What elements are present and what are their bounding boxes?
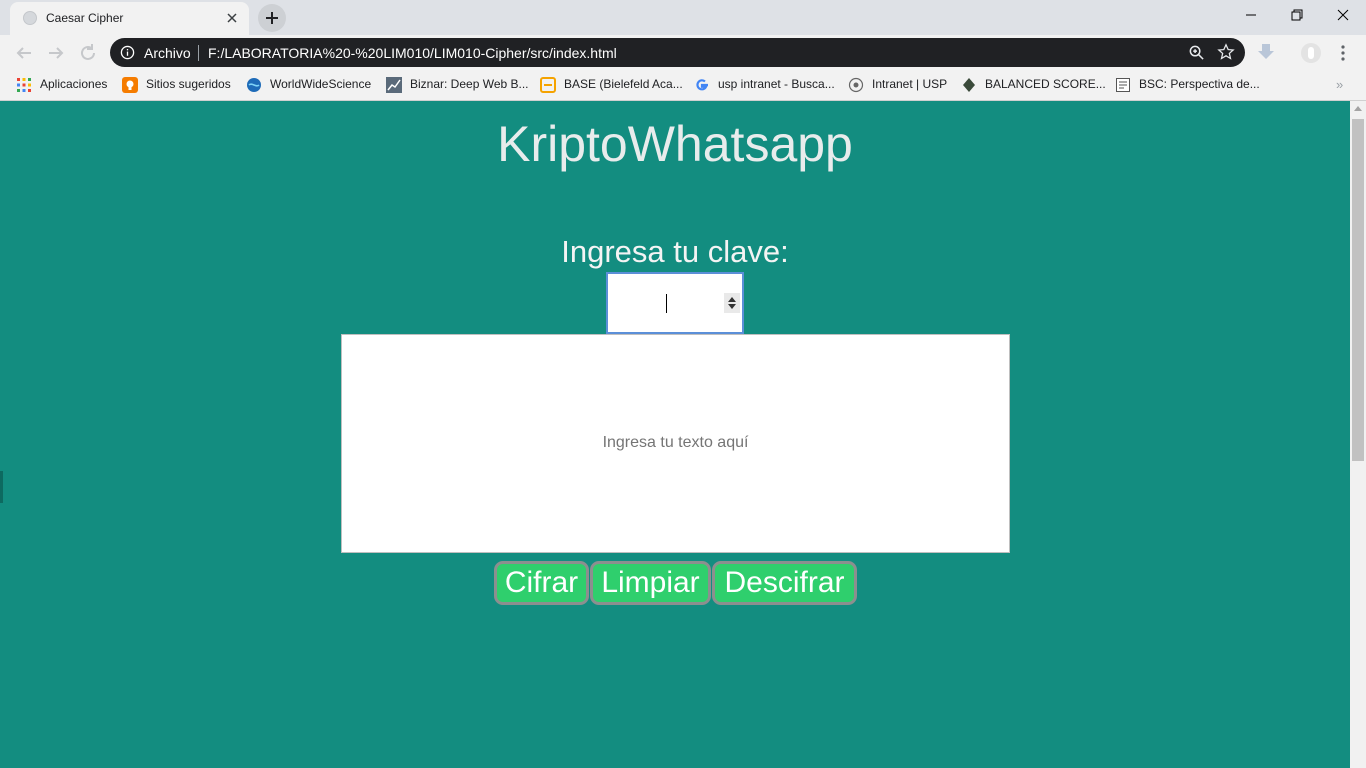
cipher-button[interactable]: Cifrar xyxy=(494,561,589,605)
browser-tab[interactable]: Caesar Cipher xyxy=(10,2,249,35)
apps-grid-icon xyxy=(17,78,31,92)
message-textarea[interactable]: Ingresa tu texto aquí xyxy=(341,334,1010,553)
new-tab-button[interactable] xyxy=(258,4,286,32)
zoom-icon[interactable] xyxy=(1188,44,1205,61)
globe-icon xyxy=(247,78,261,92)
diamond-icon xyxy=(963,78,975,92)
spinner-down-icon[interactable] xyxy=(728,304,736,309)
bookmark-label: Biznar: Deep Web B... xyxy=(410,77,529,91)
tab-strip: Caesar Cipher xyxy=(0,0,1366,35)
minimize-icon xyxy=(1246,14,1256,16)
scroll-up-arrow-icon[interactable] xyxy=(1354,106,1362,111)
bookmark-label: WorldWideScience xyxy=(270,77,372,91)
decipher-button[interactable]: Descifrar xyxy=(712,561,857,605)
bookmarks-bar: Aplicaciones Sitios sugeridos WorldWideS… xyxy=(0,70,1366,101)
page-content: KriptoWhatsapp Ingresa tu clave: Ingresa… xyxy=(0,101,1350,768)
app-title: KriptoWhatsapp xyxy=(497,116,853,172)
number-spinner[interactable] xyxy=(724,293,740,313)
close-window-button[interactable] xyxy=(1320,0,1366,32)
more-menu-icon[interactable] xyxy=(1338,43,1348,63)
bookmark-label: BASE (Bielefeld Aca... xyxy=(564,77,683,91)
origin-label: Archivo xyxy=(144,45,191,61)
key-number-input[interactable] xyxy=(606,272,744,334)
chart-icon xyxy=(386,77,402,93)
spinner-up-icon[interactable] xyxy=(728,297,736,302)
document-icon xyxy=(1116,78,1130,92)
omnibox-divider xyxy=(198,45,199,61)
base-icon xyxy=(540,77,556,93)
suggested-sites-icon xyxy=(122,77,138,93)
back-arrow-icon[interactable] xyxy=(12,41,36,65)
close-icon xyxy=(1337,9,1349,21)
restore-icon xyxy=(1291,9,1303,21)
scrollbar-thumb[interactable] xyxy=(1352,119,1364,461)
close-tab-icon[interactable] xyxy=(224,10,240,26)
download-extension-icon[interactable] xyxy=(1256,42,1276,62)
reload-icon[interactable] xyxy=(76,41,100,65)
browser-toolbar: Archivo F:/LABORATORIA%20-%20LIM010/LIM0… xyxy=(0,35,1366,70)
bookmark-label: BALANCED SCORE... xyxy=(985,77,1106,91)
bookmark-label: Aplicaciones xyxy=(40,77,108,91)
page-favicon-icon xyxy=(23,11,37,25)
textarea-placeholder: Ingresa tu texto aquí xyxy=(602,434,749,451)
bookmark-label: Sitios sugeridos xyxy=(146,77,231,91)
google-icon xyxy=(696,79,708,91)
vertical-scrollbar[interactable] xyxy=(1350,101,1366,768)
clear-button[interactable]: Limpiar xyxy=(590,561,711,605)
restore-button[interactable] xyxy=(1274,0,1320,32)
tab-title: Caesar Cipher xyxy=(46,11,124,25)
forward-arrow-icon[interactable] xyxy=(44,41,68,65)
bookmark-label: usp intranet - Busca... xyxy=(718,77,835,91)
text-caret xyxy=(666,294,667,313)
key-label: Ingresa tu clave: xyxy=(561,234,789,269)
more-bookmarks-chevron[interactable]: » xyxy=(1336,77,1343,92)
info-icon[interactable] xyxy=(120,45,135,60)
minimize-button[interactable] xyxy=(1228,0,1274,32)
left-edge-marker xyxy=(0,471,3,503)
url-text[interactable]: F:/LABORATORIA%20-%20LIM010/LIM010-Ciphe… xyxy=(208,45,617,61)
bookmark-label: Intranet | USP xyxy=(872,77,948,91)
bookmark-star-icon[interactable] xyxy=(1217,43,1235,61)
plus-icon xyxy=(266,12,278,24)
bookmark-label: BSC: Perspectiva de... xyxy=(1139,77,1260,91)
profile-avatar-icon[interactable] xyxy=(1300,42,1322,64)
intranet-icon xyxy=(848,77,864,93)
address-bar[interactable]: Archivo F:/LABORATORIA%20-%20LIM010/LIM0… xyxy=(110,38,1245,67)
